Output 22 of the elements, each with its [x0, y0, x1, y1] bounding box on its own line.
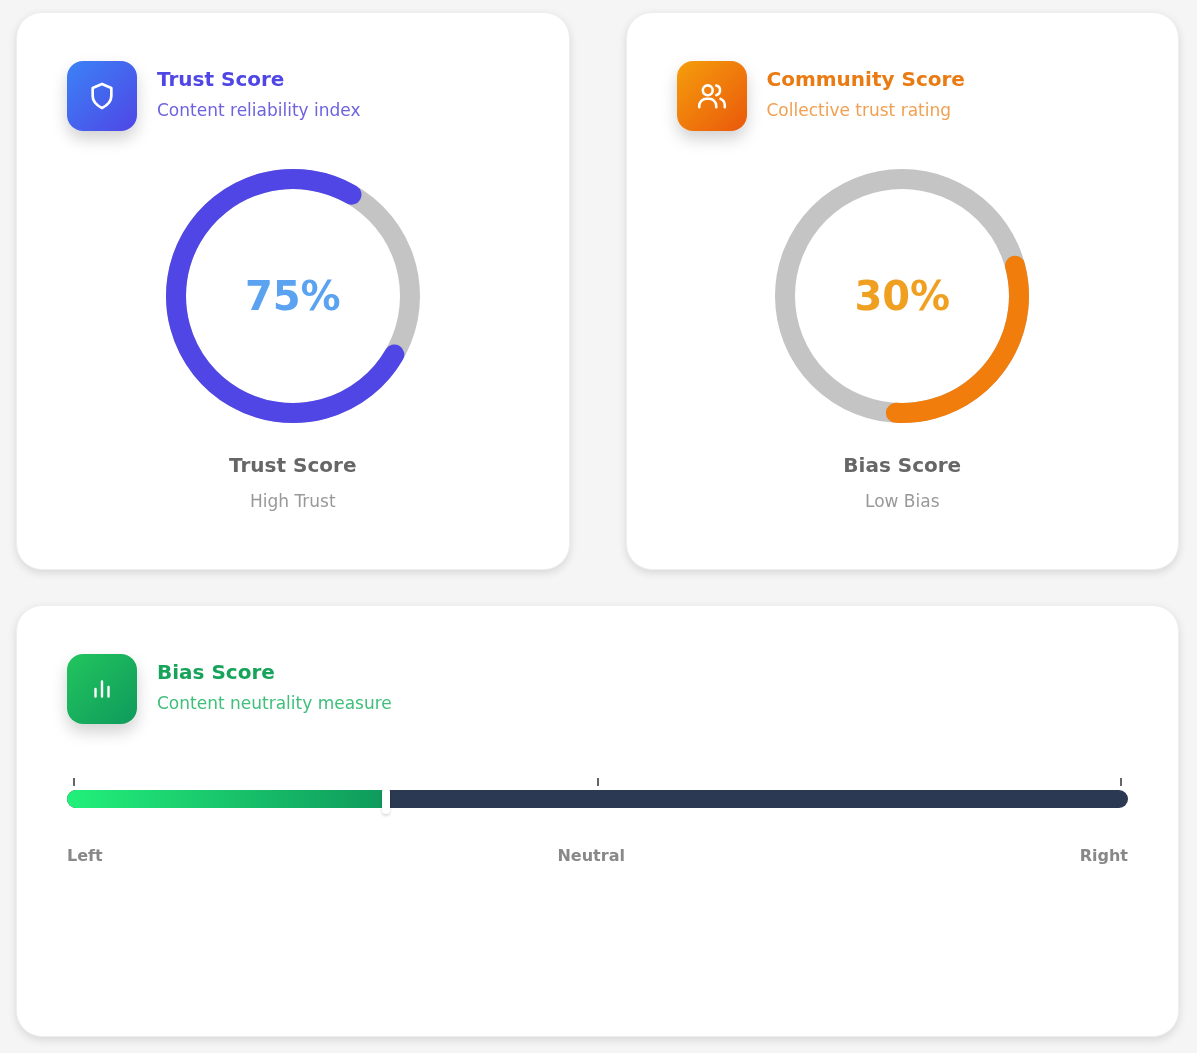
gauge-status: High Trust: [249, 491, 336, 511]
people-icon: [676, 61, 747, 131]
card-subtitle: Collective trust rating: [766, 100, 953, 120]
gauge-status: Low Bias: [864, 491, 940, 511]
scale-tick: [596, 778, 599, 786]
gauge-label: Bias Score: [843, 453, 962, 477]
bar-chart-icon: [67, 654, 137, 724]
scale-tick: [73, 778, 75, 786]
scale-label: Left: [67, 846, 103, 865]
gauge-percentage: 30%: [854, 273, 951, 319]
card-title: Bias Score: [157, 660, 276, 684]
gauge-label: Trust Score: [229, 453, 357, 477]
card-subtitle: Content neutrality measure: [157, 693, 392, 713]
bias-marker: [382, 788, 391, 814]
scale-label: Right: [1079, 846, 1128, 865]
scale-label: Neutral: [557, 846, 625, 865]
card-subtitle: Content reliability index: [157, 100, 361, 120]
card-title: Trust Score: [157, 67, 286, 91]
gauge-percentage: 75%: [244, 273, 341, 319]
scale-tick: [1120, 778, 1122, 786]
shield-icon: [67, 61, 137, 131]
card-title: Community Score: [766, 67, 965, 91]
